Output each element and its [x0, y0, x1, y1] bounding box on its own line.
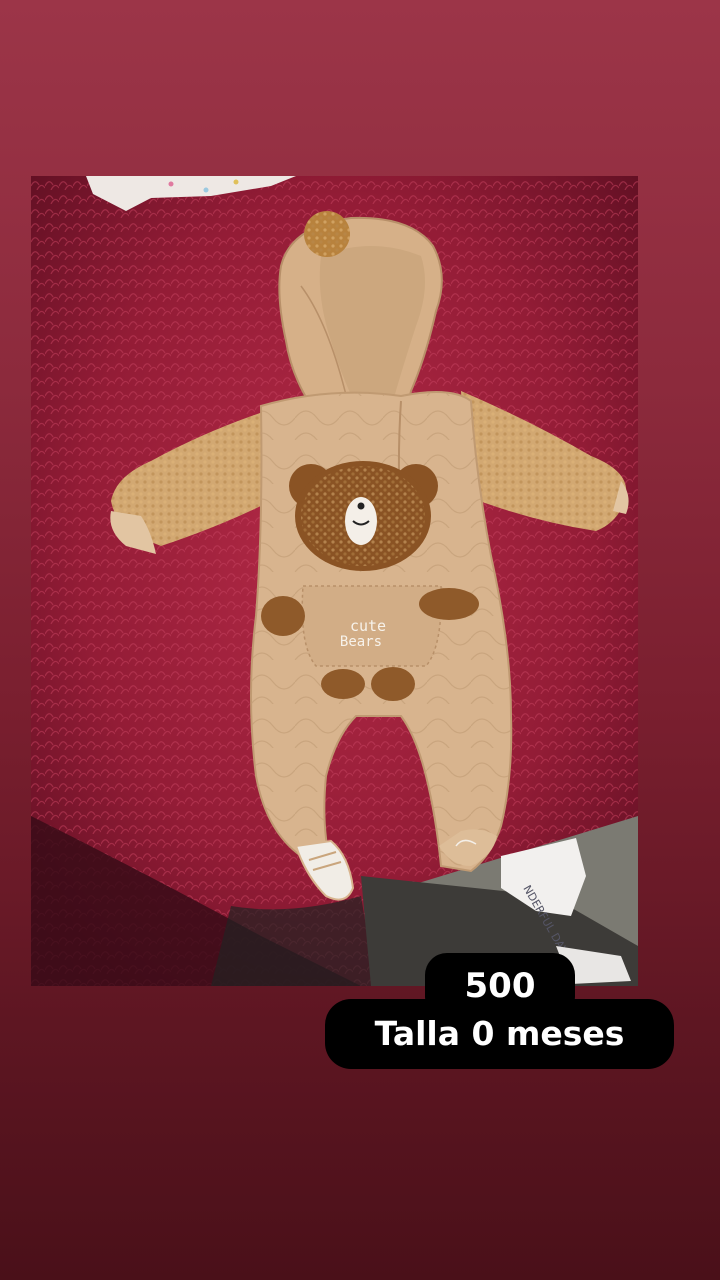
romper-illustration: NDERFUL DAY cute Bears — [31, 176, 638, 986]
right-paw — [419, 588, 479, 620]
story-canvas: { "photo": { "subject": "baby-romper", "… — [0, 0, 720, 1280]
garment-text-cute: cute — [350, 617, 386, 635]
product-photo: NDERFUL DAY cute Bears — [31, 176, 638, 986]
garment-text-bears: Bears — [340, 634, 382, 650]
left-paw — [261, 596, 305, 636]
size-caption: Talla 0 meses — [325, 999, 674, 1069]
